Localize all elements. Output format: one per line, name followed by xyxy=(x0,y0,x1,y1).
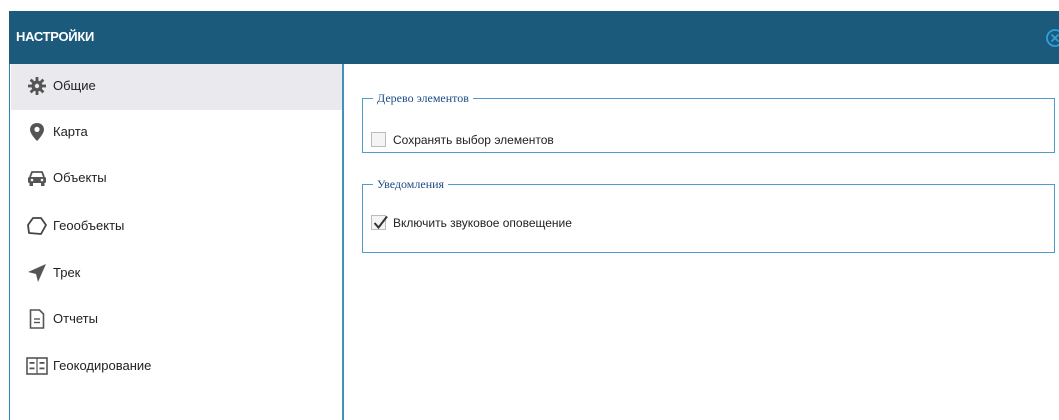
sound-alert-checkbox[interactable] xyxy=(371,215,388,230)
notifications-group: Уведомления Включить звуковое оповещение xyxy=(362,177,1055,253)
geocoding-icon xyxy=(26,355,48,377)
option-label: Сохранять выбор элементов xyxy=(393,132,554,147)
settings-sidebar: Общие Карта Объекты Геообъекты Трек Отче… xyxy=(11,64,344,420)
dialog-body: Общие Карта Объекты Геообъекты Трек Отче… xyxy=(9,64,1059,420)
element-tree-group: Дерево элементов Сохранять выбор элемент… xyxy=(362,91,1055,153)
sidebar-item-general[interactable]: Общие xyxy=(11,64,342,110)
group-legend: Дерево элементов xyxy=(377,91,469,105)
close-icon[interactable] xyxy=(1045,28,1059,48)
checkmark-icon xyxy=(373,215,388,230)
group-legend: Уведомления xyxy=(377,177,445,191)
save-selection-checkbox[interactable] xyxy=(371,132,386,147)
dialog-title: НАСТРОЙКИ xyxy=(16,29,94,44)
sidebar-item-label: Геокодирование xyxy=(53,358,152,373)
sound-alert-option[interactable]: Включить звуковое оповещение xyxy=(371,215,572,230)
sidebar-item-track[interactable]: Трек xyxy=(11,251,342,297)
car-icon xyxy=(26,167,48,189)
gear-icon xyxy=(26,75,48,97)
sidebar-item-objects[interactable]: Объекты xyxy=(11,156,342,202)
sidebar-item-reports[interactable]: Отчеты xyxy=(11,297,342,343)
sidebar-item-geoobjects[interactable]: Геообъекты xyxy=(11,204,342,250)
save-selection-option[interactable]: Сохранять выбор элементов xyxy=(371,132,554,147)
sidebar-item-label: Общие xyxy=(53,78,96,93)
map-pin-icon xyxy=(26,121,48,143)
settings-content: Дерево элементов Сохранять выбор элемент… xyxy=(344,64,1059,420)
option-label: Включить звуковое оповещение xyxy=(393,215,572,230)
settings-dialog: НАСТРОЙКИ Общие Карта Объекты Геообъекты… xyxy=(9,11,1059,420)
polygon-icon xyxy=(26,215,48,237)
sidebar-item-label: Объекты xyxy=(53,170,107,185)
sidebar-item-label: Отчеты xyxy=(53,311,98,326)
sidebar-item-geocoding[interactable]: Геокодирование xyxy=(11,344,342,390)
sidebar-item-map[interactable]: Карта xyxy=(11,110,342,156)
sidebar-item-label: Геообъекты xyxy=(53,218,125,233)
navigation-arrow-icon xyxy=(26,262,48,284)
sidebar-item-label: Трек xyxy=(53,265,81,280)
document-icon xyxy=(26,308,48,330)
dialog-titlebar: НАСТРОЙКИ xyxy=(9,11,1059,64)
sidebar-item-label: Карта xyxy=(53,124,88,139)
